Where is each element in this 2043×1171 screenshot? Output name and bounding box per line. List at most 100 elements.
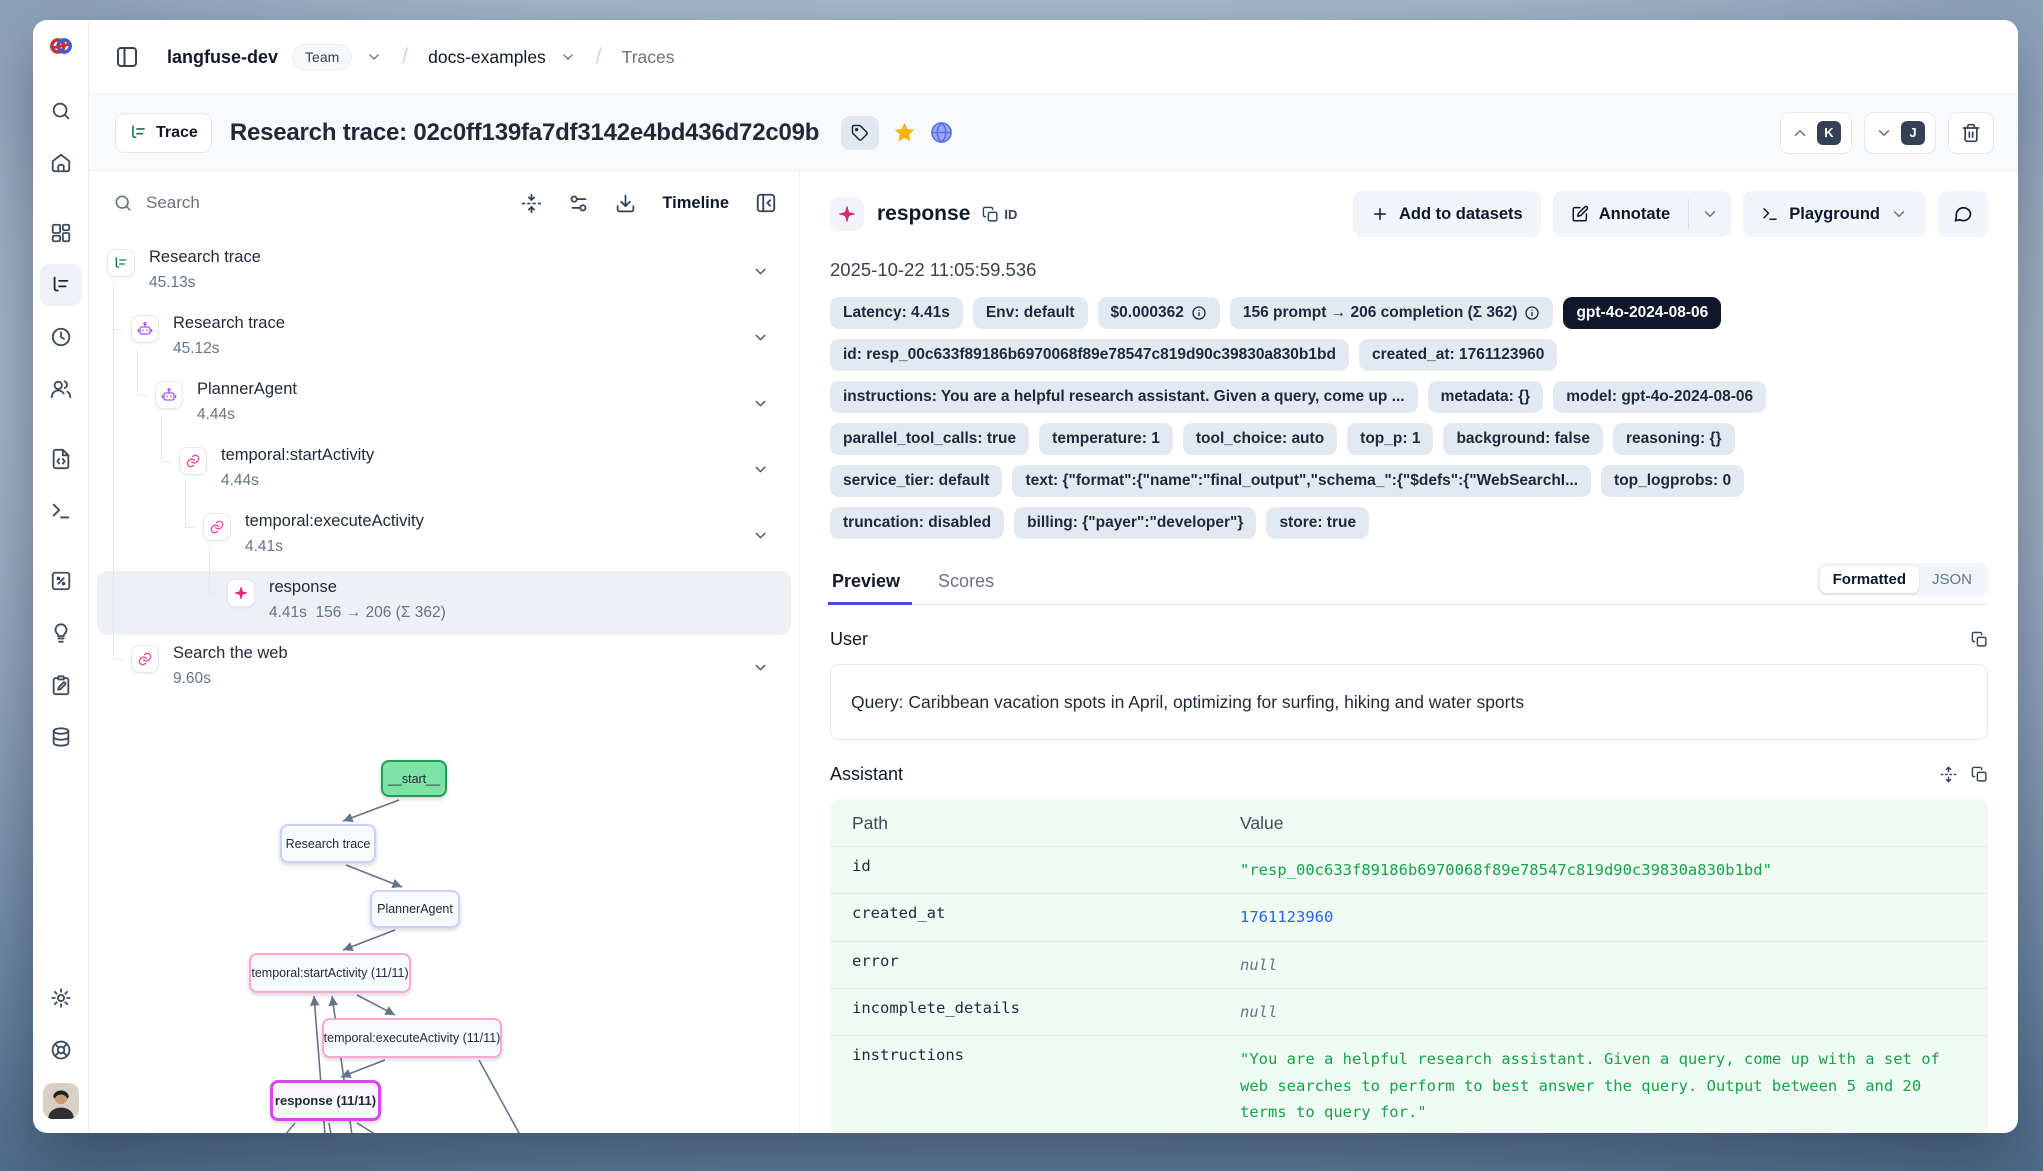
graph-node-research-trace[interactable]: Research trace xyxy=(280,824,376,863)
sidebar-toggle-icon[interactable] xyxy=(115,45,139,69)
graph-node-response-11-11-[interactable]: response (11/11) xyxy=(270,1080,381,1121)
tree-row-search-the-web[interactable]: Search the web9.60s xyxy=(97,637,791,701)
shortcut-key-up: K xyxy=(1817,121,1841,145)
tab-preview[interactable]: Preview xyxy=(830,565,902,604)
metadata-badge: background: false xyxy=(1443,423,1603,455)
chevron-down-icon[interactable] xyxy=(752,329,769,346)
page-title: Research trace: 02c0ff139fa7df3142e4bd43… xyxy=(230,119,819,147)
comment-icon xyxy=(1953,204,1973,224)
sidebar-item-users[interactable] xyxy=(40,368,82,410)
tree-row-response[interactable]: response4.41s 156 → 206 (Σ 362) xyxy=(97,571,791,635)
add-to-datasets-button[interactable]: Add to datasets xyxy=(1353,191,1541,237)
search-input[interactable]: Search xyxy=(113,193,495,213)
metadata-badge: top_logprobs: 0 xyxy=(1601,465,1744,497)
org-chevron-icon[interactable] xyxy=(366,49,382,65)
sidebar-item-evaluation[interactable] xyxy=(40,560,82,602)
comment-button[interactable] xyxy=(1938,191,1988,237)
format-formatted[interactable]: Formatted xyxy=(1820,566,1919,593)
chevron-down-icon[interactable] xyxy=(752,395,769,412)
metadata-badge: instructions: You are a helpful research… xyxy=(830,381,1418,413)
link-icon xyxy=(179,447,207,475)
tree-row-research-trace[interactable]: Research trace45.12s xyxy=(97,307,791,371)
sidebar-item-dashboard[interactable] xyxy=(40,212,82,254)
project-chevron-icon[interactable] xyxy=(560,49,576,65)
expand-icon[interactable] xyxy=(1940,766,1957,783)
tree-row-temporal-startactivity[interactable]: temporal:startActivity4.44s xyxy=(97,439,791,503)
table-row-incomplete_details: incomplete_detailsnull xyxy=(830,989,1988,1036)
sidebar-item-search[interactable] xyxy=(40,90,82,132)
model-badge: gpt-4o-2024-08-06 xyxy=(1563,297,1721,329)
collapse-panel-icon[interactable] xyxy=(755,192,777,214)
metadata-badge: top_p: 1 xyxy=(1347,423,1433,455)
copy-icon xyxy=(982,206,999,223)
detail-header: response ID Add to datasets Annotate xyxy=(830,191,1988,237)
tree-row-temporal-executeactivity[interactable]: temporal:executeActivity4.41s xyxy=(97,505,791,569)
tree-row-planneragent[interactable]: PlannerAgent4.44s xyxy=(97,373,791,437)
info-icon[interactable] xyxy=(1191,305,1207,321)
timeline-toggle[interactable]: Timeline xyxy=(662,194,729,213)
trace-type-badge: Trace xyxy=(115,113,212,153)
metadata-badge: Latency: 4.41s xyxy=(830,297,963,329)
rail-nav xyxy=(40,90,82,758)
user-message: Query: Caribbean vacation spots in April… xyxy=(830,664,1988,740)
playground-button[interactable]: Playground xyxy=(1743,191,1926,237)
sidebar-item-home[interactable] xyxy=(40,142,82,184)
copy-id-button[interactable]: ID xyxy=(982,206,1017,223)
user-avatar[interactable] xyxy=(43,1083,79,1119)
next-trace-button[interactable]: J xyxy=(1864,112,1936,154)
sidebar-item-settings[interactable] xyxy=(40,977,82,1019)
metadata-badge: truncation: disabled xyxy=(830,507,1004,539)
annotate-dropdown-chevron[interactable] xyxy=(1689,191,1731,237)
chevron-down-icon xyxy=(1875,124,1893,142)
observation-detail-panel: response ID Add to datasets Annotate xyxy=(800,171,2018,1133)
chevron-down-icon[interactable] xyxy=(752,527,769,544)
breadcrumb-separator: / xyxy=(396,45,414,69)
link-icon xyxy=(203,513,231,541)
sidebar-item-tracing[interactable] xyxy=(40,264,82,306)
chevron-down-icon[interactable] xyxy=(752,461,769,478)
public-globe-icon[interactable] xyxy=(930,121,953,144)
bookmark-star-icon[interactable] xyxy=(893,121,916,144)
chevron-down-icon[interactable] xyxy=(752,263,769,280)
format-json[interactable]: JSON xyxy=(1919,566,1985,593)
download-icon[interactable] xyxy=(615,193,636,214)
tag-button[interactable] xyxy=(841,116,879,150)
sidebar-item-annotation[interactable] xyxy=(40,664,82,706)
graph-node-planneragent[interactable]: PlannerAgent xyxy=(370,890,460,928)
sidebar-item-playground[interactable] xyxy=(40,490,82,532)
sidebar-item-insights[interactable] xyxy=(40,612,82,654)
metadata-badge: 156 prompt → 206 completion (Σ 362) xyxy=(1230,297,1554,329)
delete-trace-button[interactable] xyxy=(1948,112,1994,154)
copy-icon[interactable] xyxy=(1971,631,1988,648)
previous-trace-button[interactable]: K xyxy=(1780,112,1852,154)
breadcrumb-project[interactable]: docs-examples xyxy=(428,47,546,68)
metadata-badge: billing: {"payer":"developer"} xyxy=(1014,507,1256,539)
search-placeholder: Search xyxy=(146,193,200,213)
detail-tabs: Preview Scores Formatted JSON xyxy=(830,563,1988,605)
breadcrumb-org[interactable]: langfuse-dev xyxy=(167,47,278,68)
chevron-down-icon[interactable] xyxy=(752,659,769,676)
trace-icon xyxy=(107,249,135,277)
graph-node-temporal-executeactivity-11-11-[interactable]: temporal:executeActivity (11/11) xyxy=(322,1018,502,1058)
breadcrumb-separator: / xyxy=(590,45,608,69)
chevron-up-icon xyxy=(1791,124,1809,142)
graph-node--start-[interactable]: __start__ xyxy=(381,760,447,797)
breadcrumb-section[interactable]: Traces xyxy=(622,47,675,68)
sidebar-item-prompts[interactable] xyxy=(40,438,82,480)
tree-row-research-trace[interactable]: Research trace45.13s xyxy=(97,241,791,305)
annotate-button[interactable]: Annotate xyxy=(1553,191,1689,237)
tree-settings-icon[interactable] xyxy=(568,193,589,214)
sidebar-item-datasets[interactable] xyxy=(40,716,82,758)
info-icon[interactable] xyxy=(1524,305,1540,321)
sidebar-item-sessions[interactable] xyxy=(40,316,82,358)
agent-icon xyxy=(155,381,183,409)
trace-tree: Research trace45.13sResearch trace45.12s… xyxy=(89,241,799,717)
metadata-badge: service_tier: default xyxy=(830,465,1002,497)
graph-node-temporal-startactivity-11-11-[interactable]: temporal:startActivity (11/11) xyxy=(249,953,411,993)
sidebar-item-support[interactable] xyxy=(40,1029,82,1071)
langfuse-logo-icon[interactable] xyxy=(47,32,75,60)
collapse-all-icon[interactable] xyxy=(521,193,542,214)
metadata-badge: parallel_tool_calls: true xyxy=(830,423,1029,455)
tab-scores[interactable]: Scores xyxy=(936,565,996,604)
copy-icon[interactable] xyxy=(1971,766,1988,783)
